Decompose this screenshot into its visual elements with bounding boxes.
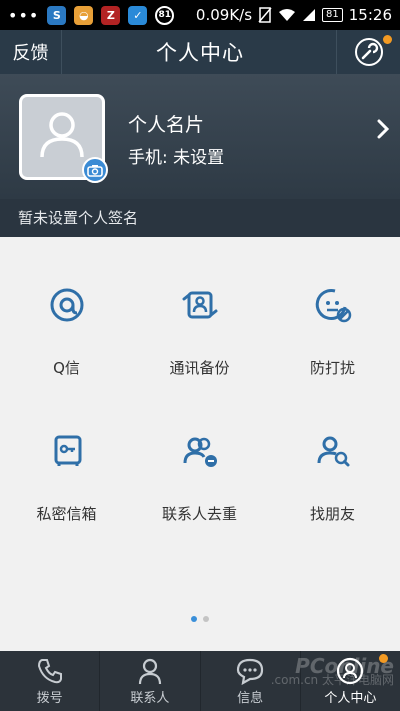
tab-user-center[interactable]: 个人中心	[299, 651, 400, 711]
grid-label-find-friend: 找朋友	[309, 505, 355, 523]
contacts-dedupe-icon	[183, 437, 217, 467]
grid-label-private-box: 私密信箱	[36, 505, 97, 523]
s-app-icon: S	[47, 5, 67, 25]
settings-button[interactable]	[336, 30, 400, 74]
wifi-icon	[279, 9, 296, 21]
grid-item-find-friend[interactable]: 找朋友	[266, 429, 399, 524]
bottom-nav: 拨号 联系人 信息 个人中心 PConline .com.cn 太平洋电脑网	[0, 651, 400, 711]
page-indicator	[0, 616, 400, 622]
page-dot-active	[191, 616, 197, 622]
block-face-icon	[315, 289, 351, 323]
feature-grid: Q信 通讯备份 防打扰 私密信箱 联系人去重 找朋友	[0, 237, 400, 651]
find-friend-icon	[317, 436, 349, 467]
battery-level: 81	[322, 8, 343, 22]
grid-label-block: 防打扰	[309, 359, 355, 377]
private-safe-icon	[54, 435, 81, 466]
card-title: 个人名片	[128, 114, 205, 136]
tab-messages[interactable]: 信息	[199, 651, 300, 711]
battery-badge-icon: 81	[155, 5, 175, 25]
signal-icon	[303, 9, 316, 21]
grid-item-backup[interactable]: 通讯备份	[133, 283, 266, 378]
network-speed: 0.09K/s	[195, 6, 253, 24]
grid-item-qxin[interactable]: Q信	[0, 283, 133, 378]
tab-contacts[interactable]: 联系人	[99, 651, 199, 711]
contact-icon	[138, 658, 161, 685]
no-sim-icon	[258, 7, 272, 23]
user-center-icon	[337, 657, 364, 685]
tab-contacts-label: 联系人	[130, 691, 170, 706]
status-bar: ••• S ◒ Z ✓ 81 0.09K/s 81 15:26	[0, 0, 400, 30]
user-center-badge	[379, 654, 388, 663]
wrench-icon	[354, 38, 383, 66]
page-dot	[203, 616, 209, 622]
signature-text[interactable]: 暂未设置个人签名	[0, 199, 400, 237]
grid-item-block[interactable]: 防打扰	[266, 283, 399, 378]
clock: 15:26	[348, 6, 392, 24]
cake-app-icon: ◒	[74, 5, 94, 25]
tab-messages-label: 信息	[237, 691, 264, 706]
z-app-icon: Z	[101, 5, 121, 25]
grid-label-dedupe: 联系人去重	[161, 505, 237, 523]
profile-card[interactable]: 个人名片 手机: 未设置	[0, 74, 400, 199]
grid-item-dedupe[interactable]: 联系人去重	[133, 429, 266, 524]
grid-item-private-box[interactable]: 私密信箱	[0, 429, 133, 524]
title-bar: 反馈 个人中心	[0, 30, 400, 74]
tab-user-center-label: 个人中心	[324, 691, 377, 706]
tab-dialer-label: 拨号	[36, 691, 63, 706]
tab-dialer[interactable]: 拨号	[0, 651, 99, 711]
camera-icon[interactable]	[82, 157, 108, 183]
phone-icon	[37, 659, 62, 684]
more-dots-icon: •••	[8, 5, 40, 25]
shield-app-icon: ✓	[128, 5, 148, 25]
page-title: 个人中心	[156, 41, 244, 65]
grid-label-backup: 通讯备份	[169, 359, 230, 377]
grid-label-qxin: Q信	[53, 359, 80, 377]
phone-text: 手机: 未设置	[128, 148, 225, 168]
chevron-right-icon[interactable]	[376, 118, 390, 140]
message-icon	[237, 658, 264, 685]
avatar[interactable]	[19, 94, 108, 183]
contacts-sync-icon	[182, 291, 217, 319]
settings-badge	[383, 35, 392, 44]
at-icon	[50, 288, 83, 322]
feedback-button[interactable]: 反馈	[0, 30, 62, 74]
